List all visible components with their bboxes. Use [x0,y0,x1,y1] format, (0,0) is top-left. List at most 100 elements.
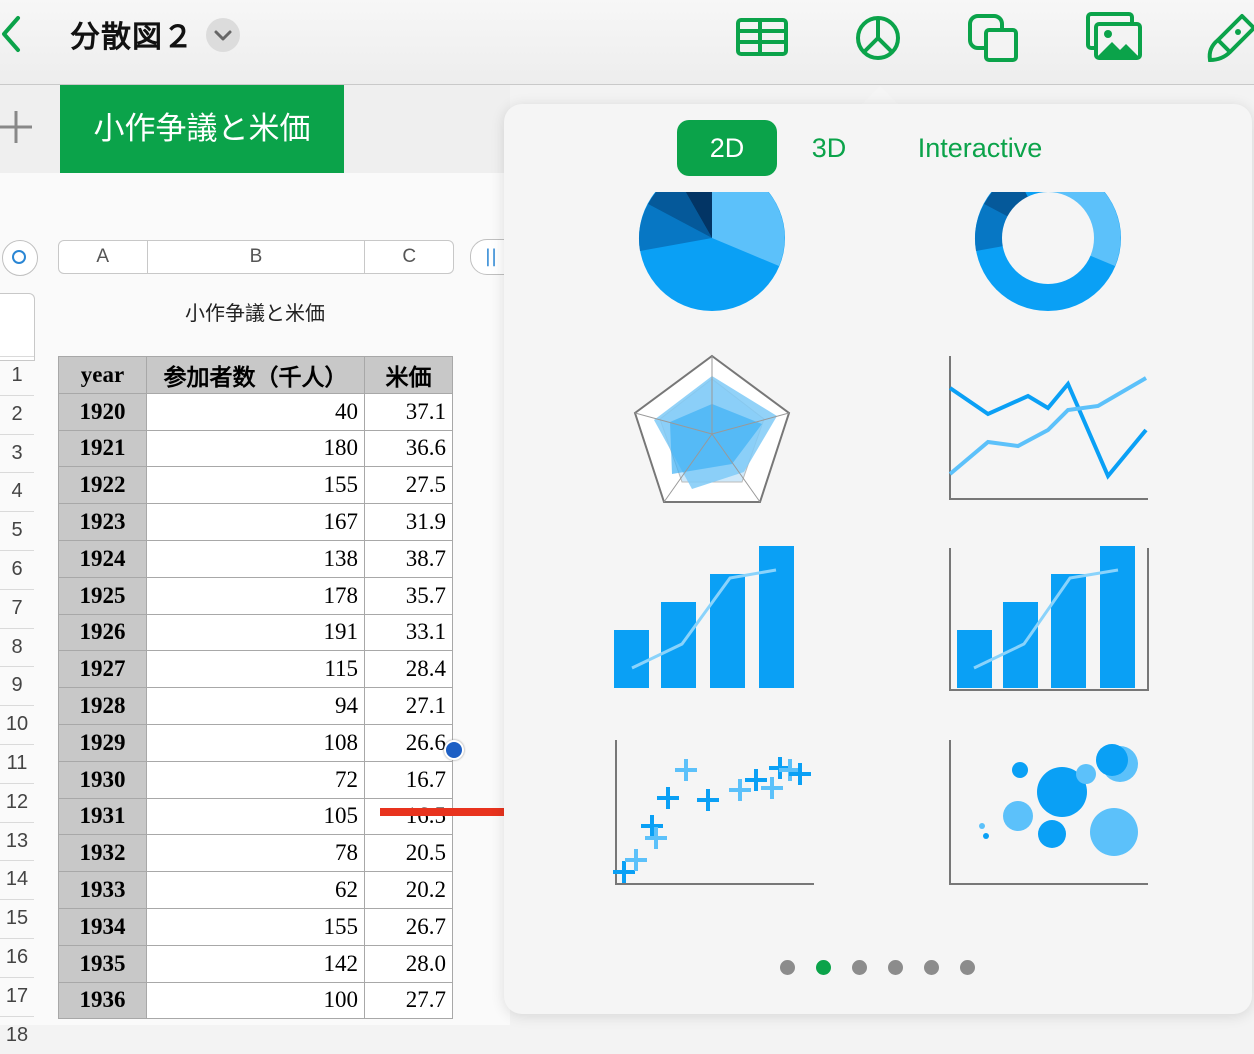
chart-option-scatter[interactable] [612,740,816,888]
chevron-down-icon[interactable] [206,18,240,52]
cell-participants[interactable]: 40 [146,392,365,431]
chart-option-bar-line[interactable] [612,544,798,689]
cell-rice-price[interactable]: 27.5 [364,466,453,505]
cell-participants[interactable]: 115 [146,650,365,689]
page-dot[interactable] [888,960,903,975]
sheet-tab[interactable]: 小作争議と米価 [60,85,344,173]
chart-option-pie[interactable] [628,192,798,312]
row-number[interactable]: 4 [0,472,34,511]
cell-rice-price[interactable]: 36.6 [364,429,453,468]
cell-year[interactable]: 1933 [58,871,147,909]
cell-year[interactable]: 1930 [58,760,147,799]
cell-year[interactable]: 1926 [58,613,147,652]
plus-icon[interactable] [0,107,36,147]
chart-option-bubble[interactable] [948,740,1150,888]
cell-rice-price[interactable]: 27.7 [364,981,453,1020]
row-number[interactable]: 12 [0,782,34,822]
cell-rice-price[interactable]: 28.4 [364,650,453,689]
row-number[interactable]: 9 [0,666,34,705]
row-number[interactable]: 17 [0,976,34,1016]
row-number[interactable]: 15 [0,899,34,938]
cell-year[interactable]: 1927 [58,650,147,689]
page-dot[interactable] [816,960,831,975]
cell-rice-price[interactable]: 31.9 [364,503,453,541]
cell-rice-price[interactable]: 28.0 [364,944,453,983]
row-number[interactable]: 1 [0,356,34,395]
tab-interactive[interactable]: Interactive [900,120,1060,176]
cell-year[interactable]: 1936 [58,981,147,1020]
row-number[interactable]: 5 [0,511,34,550]
row-number[interactable]: 13 [0,821,34,861]
chart-icon[interactable] [850,10,906,66]
header-year[interactable]: year [58,356,147,394]
cell-rice-price[interactable]: 27.1 [364,687,453,725]
cell-participants[interactable]: 105 [146,797,365,836]
cell-participants[interactable]: 178 [146,576,365,615]
row-number[interactable]: 14 [0,860,34,899]
cell-participants[interactable]: 138 [146,539,365,578]
chart-option-donut[interactable] [966,192,1136,312]
row-number[interactable]: 2 [0,394,34,434]
cell-participants[interactable]: 62 [146,871,365,909]
header-rice-price[interactable]: 米価 [364,356,453,394]
page-dot[interactable] [960,960,975,975]
row-number[interactable]: 8 [0,627,34,667]
cell-rice-price[interactable]: 33.1 [364,613,453,652]
cell-participants[interactable]: 94 [146,687,365,725]
cell-year[interactable]: 1922 [58,466,147,505]
cell-year[interactable]: 1931 [58,797,147,836]
cell-participants[interactable]: 108 [146,723,365,762]
cell-rice-price[interactable]: 20.2 [364,871,453,909]
cell-participants[interactable]: 191 [146,613,365,652]
cell-participants[interactable]: 180 [146,429,365,468]
page-dot[interactable] [852,960,867,975]
cell-year[interactable]: 1921 [58,429,147,468]
cell-rice-price[interactable]: 26.6 [364,723,453,762]
row-number[interactable]: 11 [0,743,34,783]
cell-year[interactable]: 1932 [58,834,147,873]
chart-option-line[interactable] [948,356,1148,501]
cell-participants[interactable]: 72 [146,760,365,799]
row-number[interactable]: 10 [0,705,34,744]
cell-rice-price[interactable]: 20.5 [364,834,453,873]
cell-year[interactable]: 1929 [58,723,147,762]
cell-rice-price[interactable]: 26.7 [364,907,453,946]
cell-participants[interactable]: 78 [146,834,365,873]
chart-option-radar[interactable] [632,354,792,504]
tab-3d[interactable]: 3D [794,120,864,176]
row-number[interactable]: 6 [0,549,34,589]
chart-option-bar-line-axes[interactable] [948,544,1150,694]
cell-year[interactable]: 1934 [58,907,147,946]
page-dot[interactable] [924,960,939,975]
chevron-left-icon[interactable] [0,12,32,56]
cell-participants[interactable]: 155 [146,466,365,505]
document-title[interactable]: 分散図２ [70,12,194,56]
selection-handle[interactable] [444,740,464,760]
header-participants[interactable]: 参加者数（千人） [146,356,365,394]
select-all-button[interactable] [2,240,38,276]
column-header-b[interactable]: B [148,241,366,273]
cell-participants[interactable]: 142 [146,944,365,983]
column-header-c[interactable]: C [365,241,453,273]
cell-rice-price[interactable]: 38.7 [364,539,453,578]
row-number[interactable]: 16 [0,937,34,977]
tab-2d[interactable]: 2D [677,120,777,176]
row-number[interactable]: 7 [0,588,34,628]
media-icon[interactable] [1086,10,1142,66]
table-icon[interactable] [734,10,790,66]
cell-rice-price[interactable]: 37.1 [364,392,453,431]
cell-participants[interactable]: 167 [146,503,365,541]
page-dot[interactable] [780,960,795,975]
cell-year[interactable]: 1920 [58,392,147,431]
cell-year[interactable]: 1925 [58,576,147,615]
cell-rice-price[interactable]: 35.7 [364,576,453,615]
cell-year[interactable]: 1924 [58,539,147,578]
row-number[interactable]: 3 [0,433,34,473]
cell-participants[interactable]: 155 [146,907,365,946]
shapes-icon[interactable] [966,10,1022,66]
cell-year[interactable]: 1928 [58,687,147,725]
row-number[interactable]: 18 [0,1015,34,1054]
column-header-a[interactable]: A [59,241,148,273]
cell-year[interactable]: 1935 [58,944,147,983]
cell-participants[interactable]: 100 [146,981,365,1020]
